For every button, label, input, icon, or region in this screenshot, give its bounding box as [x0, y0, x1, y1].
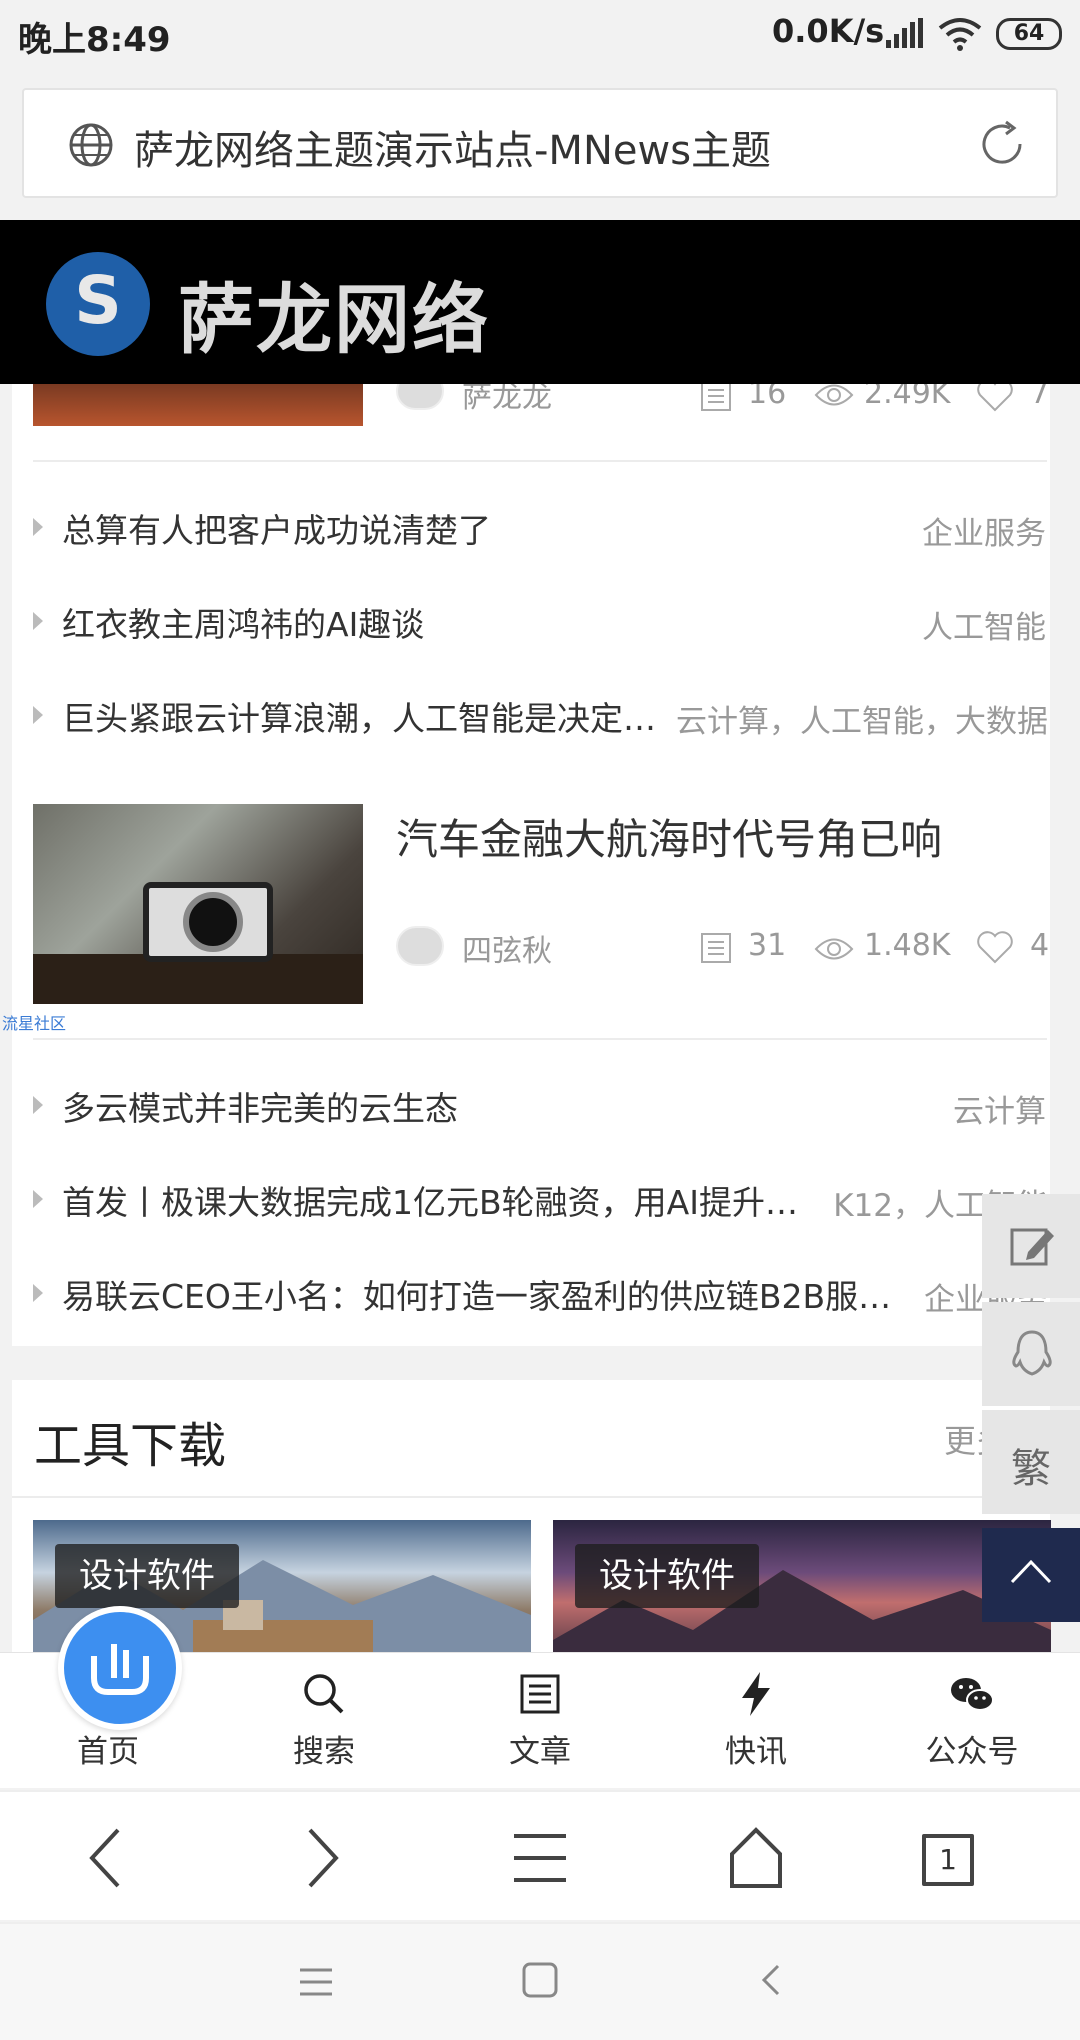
tab-flash[interactable]: 快讯 — [666, 1660, 846, 1780]
list-item-title[interactable]: 总算有人把客户成功说清楚了 — [62, 504, 672, 552]
back-nav-icon[interactable] — [752, 1960, 792, 2000]
list-item-title[interactable]: 多云模式并非完美的云生态 — [62, 1082, 672, 1130]
qq-button[interactable] — [982, 1302, 1080, 1406]
tool-tile[interactable]: 设计软件 — [553, 1520, 1051, 1670]
list-item-category[interactable]: 企业服务 — [700, 508, 1046, 553]
back-icon[interactable] — [56, 1808, 156, 1908]
featured-article-title[interactable]: 汽车金融大航海时代号角已响 — [396, 806, 942, 867]
system-nav-bar — [0, 1922, 1080, 2040]
like-icon[interactable] — [976, 930, 1014, 964]
site-header — [0, 220, 1080, 384]
site-logo-text[interactable]: 萨龙网络 — [178, 258, 490, 368]
traditional-chinese-button[interactable]: 繁 — [982, 1410, 1080, 1514]
site-logo[interactable]: S — [46, 252, 150, 356]
list-bullet-icon — [33, 1190, 43, 1208]
list-item-title[interactable]: 红衣教主周鸿祎的AI趣谈 — [62, 598, 672, 646]
list-bullet-icon — [33, 518, 43, 536]
camera-lens — [183, 892, 243, 952]
wifi-icon — [938, 18, 982, 51]
tab-label: 公众号 — [925, 1734, 1019, 1770]
recent-apps-icon[interactable] — [294, 1962, 338, 2002]
tab-label: 文章 — [509, 1734, 571, 1770]
battery-indicator: 64 — [996, 18, 1062, 50]
wechat-icon — [951, 1678, 994, 1711]
list-item-category[interactable]: 云计算 — [700, 1086, 1046, 1131]
author-avatar — [396, 926, 444, 966]
list-item-title[interactable]: 首发丨极课大数据完成1亿元B轮融资，用AI提升… — [62, 1176, 828, 1224]
back-to-top-button[interactable] — [982, 1528, 1080, 1622]
menu-icon[interactable] — [490, 1808, 590, 1908]
article-thumbnail-camera[interactable] — [33, 804, 363, 1004]
home-nav-icon[interactable] — [520, 1960, 560, 2000]
edit-icon — [1010, 1228, 1054, 1266]
article-icon — [520, 1674, 560, 1714]
list-item-category[interactable]: 人工智能 — [700, 602, 1046, 647]
traditional-label: 繁 — [1011, 1446, 1051, 1492]
divider — [33, 1038, 1047, 1040]
comment-count: 31 — [748, 928, 787, 963]
tab-articles[interactable]: 文章 — [450, 1660, 630, 1780]
section-title: 工具下载 — [34, 1418, 227, 1474]
browser-toolbar: 1 — [0, 1790, 1080, 1920]
network-speed: 0.0K/s — [772, 12, 885, 50]
globe-icon — [69, 123, 113, 167]
forward-icon[interactable] — [272, 1808, 372, 1908]
divider — [12, 1496, 1050, 1498]
address-bar[interactable]: 萨龙网络主题演示站点-MNews主题 — [22, 88, 1058, 198]
article-thumbnail[interactable] — [33, 384, 363, 426]
home-icon[interactable] — [706, 1808, 806, 1908]
list-bullet-icon — [33, 1284, 43, 1302]
likes-count: 4 — [1030, 928, 1050, 963]
logo-letter: S — [74, 262, 122, 339]
views-count: 1.48K — [864, 928, 951, 963]
list-item-title[interactable]: 易联云CEO王小名：如何打造一家盈利的供应链B2B服… — [62, 1270, 920, 1318]
flash-icon — [742, 1672, 770, 1716]
watermark-text: 流星社区 — [2, 1014, 67, 1033]
tab-home[interactable]: 首页 — [18, 1660, 198, 1780]
tabs-count-button[interactable]: 1 — [922, 1834, 974, 1886]
comment-list-icon — [701, 381, 731, 411]
comment-list-icon — [701, 933, 731, 963]
status-time: 晚上8:49 — [18, 20, 171, 60]
list-item-category[interactable]: 云计算，人工智能，大数据 — [668, 696, 1048, 741]
tab-search[interactable]: 搜索 — [234, 1660, 414, 1780]
tab-label: 首页 — [77, 1734, 139, 1770]
tile-badge: 设计软件 — [575, 1544, 759, 1608]
back-to-top-icon — [1010, 1559, 1052, 1584]
signal-icon — [886, 18, 923, 48]
qq-icon — [1012, 1330, 1052, 1376]
tab-wechat[interactable]: 公众号 — [882, 1660, 1062, 1780]
refresh-icon[interactable] — [976, 118, 1028, 170]
tile-badge: 设计软件 — [55, 1544, 239, 1608]
list-bullet-icon — [33, 1096, 43, 1114]
views-icon — [814, 938, 854, 960]
views-icon — [814, 384, 854, 406]
page-title: 萨龙网络主题演示站点-MNews主题 — [134, 128, 772, 174]
list-item-title[interactable]: 巨头紧跟云计算浪潮，人工智能是决定… — [62, 692, 670, 740]
list-bullet-icon — [33, 612, 43, 630]
search-icon — [304, 1674, 344, 1714]
list-bullet-icon — [33, 706, 43, 724]
status-bar: 晚上8:49 0.0K/s 64 — [0, 0, 1080, 80]
tab-label: 快讯 — [725, 1734, 787, 1770]
edit-button[interactable] — [982, 1194, 1080, 1298]
author-name[interactable]: 四弦秋 — [462, 926, 552, 970]
tab-label: 搜索 — [293, 1734, 355, 1770]
divider — [33, 460, 1047, 462]
